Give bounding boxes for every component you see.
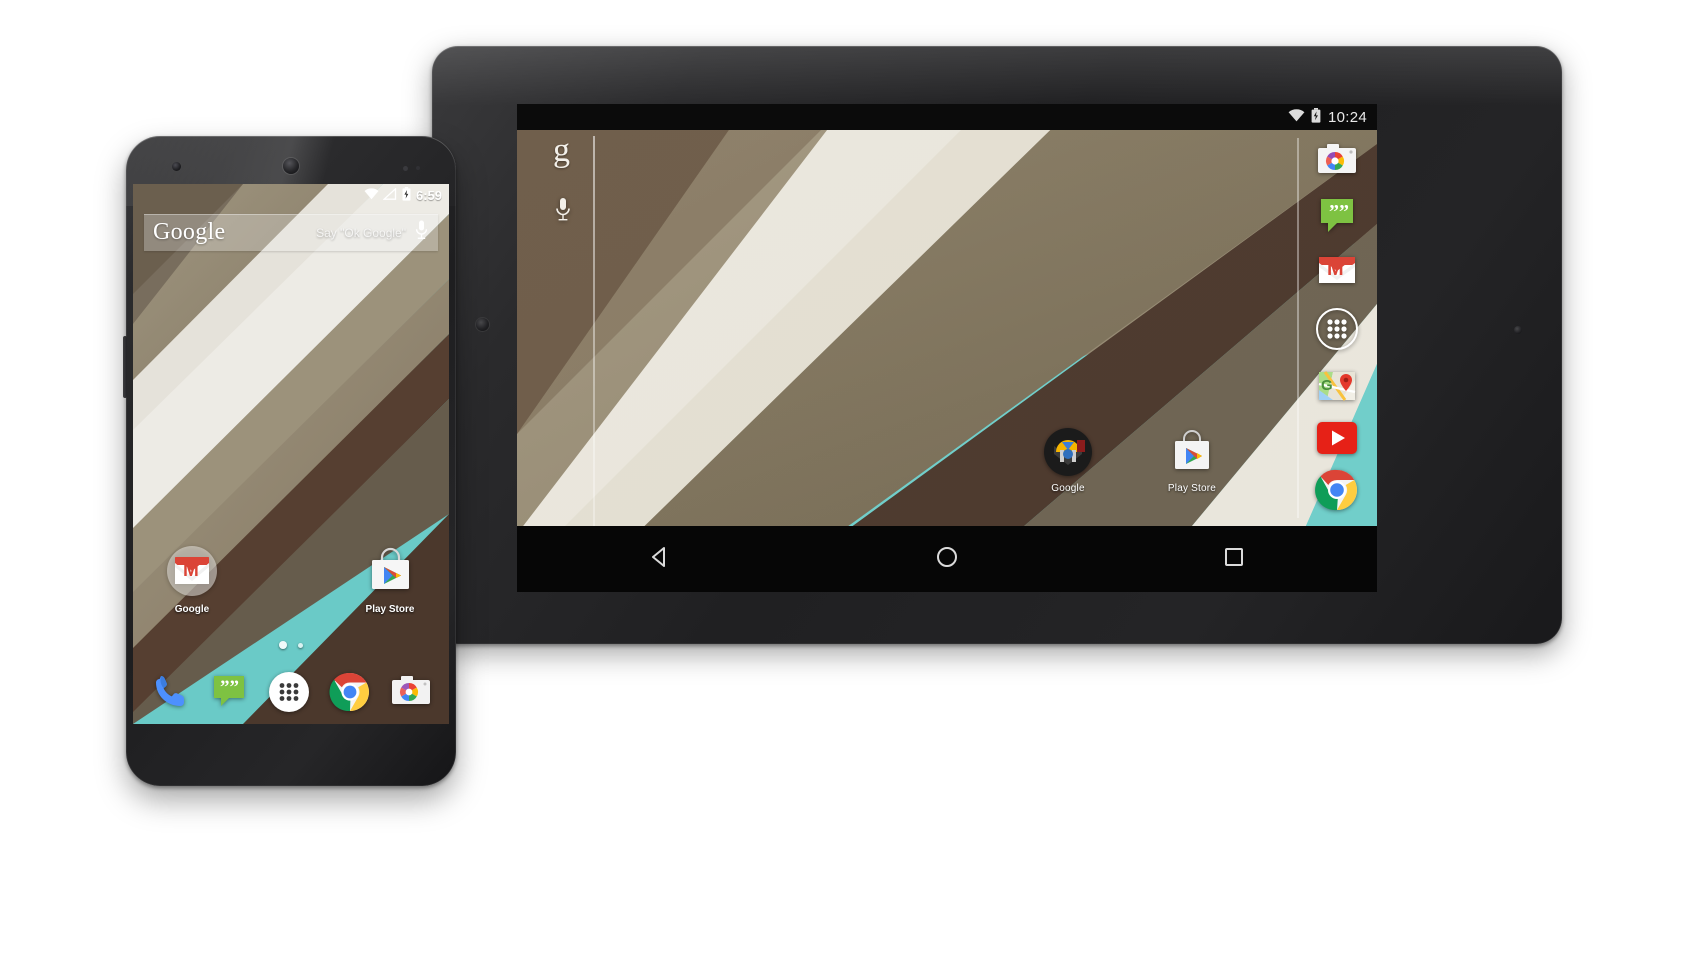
phone-dock-item-apps[interactable]	[267, 670, 311, 719]
svg-text:M: M	[1327, 258, 1344, 280]
phone-dock-item-hangouts[interactable]: ””	[209, 672, 249, 717]
phone-sensor-icon	[403, 166, 408, 171]
tablet-home-content: g ”” M G Google Play Store	[517, 130, 1377, 526]
microphone-icon[interactable]	[414, 219, 429, 246]
tablet-dock-item-camera[interactable]	[1315, 138, 1359, 187]
phone-front-camera-icon	[172, 162, 181, 171]
tablet-navigation-bar	[517, 526, 1377, 592]
phone-clock: 6:59	[415, 187, 442, 203]
tablet-dock: ”” M G	[1305, 138, 1369, 518]
tablet-dock-item-hangouts[interactable]: ””	[1315, 194, 1359, 243]
page-dot-active[interactable]	[279, 641, 287, 649]
svg-text:””: ””	[220, 677, 239, 698]
phone-google-search-widget[interactable]: Google Say "Ok Google"	[144, 214, 438, 251]
tablet-screen: 10:24 g ”” M G Google Play Store	[517, 104, 1377, 592]
scene-root: 10:24 g ”” M G Google Play Store 6:59 Go…	[0, 0, 1706, 960]
phone-device: 6:59 Google Say "Ok Google" M Google Pla…	[123, 136, 456, 786]
phone-dock-item-camera[interactable]	[390, 672, 432, 717]
svg-text:””: ””	[1329, 201, 1349, 223]
google-logo[interactable]: Google	[153, 219, 225, 246]
phone-dock-item-phone[interactable]	[150, 672, 190, 717]
microphone-icon[interactable]	[553, 196, 599, 229]
tablet-sensor-icon	[1514, 326, 1522, 334]
phone-status-bar: 6:59	[133, 184, 449, 206]
tablet-status-bar: 10:24	[517, 104, 1377, 130]
phone-app-play-store[interactable]: Play Store	[353, 544, 427, 634]
phone-screen: 6:59 Google Say "Ok Google" M Google Pla…	[133, 184, 449, 724]
wifi-icon	[1288, 109, 1305, 125]
tablet-dock-item-gmail[interactable]: M	[1315, 249, 1359, 298]
battery-charging-icon	[402, 186, 411, 204]
play-store-icon	[1175, 430, 1209, 469]
phone-dock-item-chrome[interactable]	[329, 671, 371, 718]
phone-dock: ””	[133, 664, 449, 724]
svg-text:G: G	[1321, 377, 1333, 394]
google-folder-icon	[1044, 428, 1092, 476]
home-circle-icon[interactable]	[934, 544, 960, 575]
tablet-app-google-folder[interactable]: Google	[1025, 426, 1111, 522]
recents-square-icon[interactable]	[1221, 544, 1247, 575]
tablet-front-camera-icon	[476, 318, 489, 331]
phone-sensor-secondary-icon	[416, 166, 420, 170]
phone-home-apps: M Google Play Store	[133, 544, 449, 634]
tablet-app-play-store[interactable]: Play Store	[1149, 426, 1235, 522]
phone-app-label: Play Store	[365, 604, 415, 615]
wifi-icon	[364, 187, 379, 203]
phone-app-label: Google	[174, 604, 210, 615]
play-store-icon	[372, 547, 409, 589]
phone-page-indicator	[133, 639, 449, 651]
tablet-home-apps: Google Play Store	[1025, 426, 1235, 522]
tablet-app-label: Play Store	[1167, 483, 1217, 494]
tablet-device: 10:24 g ”” M G Google Play Store	[432, 46, 1562, 644]
signal-icon	[382, 186, 397, 203]
google-g-logo[interactable]: g	[553, 134, 599, 168]
tablet-google-search-widget[interactable]: g	[553, 134, 599, 514]
tablet-app-label: Google	[1051, 483, 1085, 494]
google-folder-icon: M	[167, 546, 217, 596]
phone-earpiece-icon	[283, 158, 299, 174]
page-dot[interactable]	[298, 642, 303, 648]
tablet-dock-item-youtube[interactable]	[1315, 420, 1359, 461]
svg-text:M: M	[183, 560, 199, 581]
tablet-right-divider	[1297, 138, 1299, 518]
search-hint-text: Say "Ok Google"	[316, 225, 406, 240]
tablet-dock-item-apps[interactable]	[1313, 305, 1361, 358]
back-triangle-icon[interactable]	[647, 544, 673, 575]
battery-charging-icon	[1311, 108, 1321, 126]
tablet-clock: 10:24	[1327, 108, 1367, 126]
phone-app-google-folder[interactable]: M Google	[155, 544, 229, 634]
phone-volume-button[interactable]	[123, 336, 127, 398]
tablet-dock-item-chrome[interactable]	[1314, 467, 1360, 518]
tablet-dock-item-maps[interactable]: G	[1315, 364, 1359, 413]
